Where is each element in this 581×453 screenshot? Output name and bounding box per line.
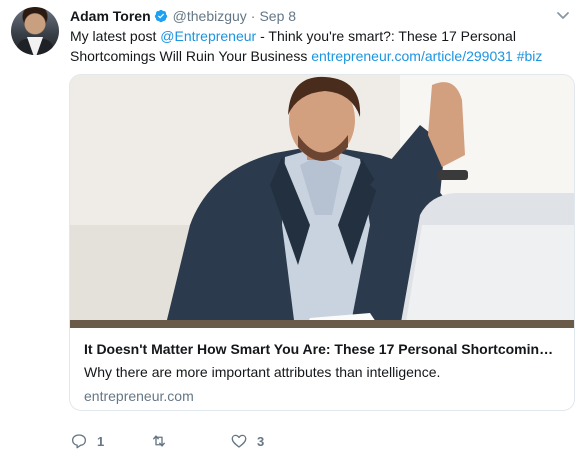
retweet-icon — [153, 435, 165, 447]
tweet-date[interactable]: Sep 8 — [259, 8, 296, 24]
like-button[interactable]: 3 — [230, 432, 310, 450]
tweet[interactable]: Adam Toren @thebizguy · Sep 8 My latest … — [0, 0, 581, 453]
author-handle[interactable]: @thebizguy — [173, 8, 247, 24]
tweet-text-start: My latest post — [70, 28, 161, 44]
reply-button[interactable]: 1 — [70, 432, 150, 450]
chevron-down-icon[interactable] — [555, 8, 571, 22]
link-card[interactable]: It Doesn't Matter How Smart You Are: The… — [69, 74, 575, 411]
card-title[interactable]: It Doesn't Matter How Smart You Are: The… — [84, 340, 560, 358]
card-domain: entrepreneur.com — [84, 388, 194, 404]
reply-icon — [71, 434, 87, 449]
verified-badge-icon — [154, 9, 167, 23]
card-description: Why there are more important attributes … — [84, 364, 441, 380]
like-count: 3 — [257, 433, 265, 449]
card-photo-illustration — [70, 75, 574, 328]
tweet-text: My latest post @Entrepreneur - Think you… — [70, 26, 570, 66]
card-body: It Doesn't Matter How Smart You Are: The… — [84, 340, 560, 405]
author-name[interactable]: Adam Toren — [70, 8, 151, 24]
hashtag-link[interactable]: #biz — [517, 48, 543, 64]
card-image[interactable] — [70, 75, 574, 328]
avatar[interactable] — [11, 7, 59, 55]
mention-link[interactable]: @Entrepreneur — [160, 28, 256, 44]
article-url-link[interactable]: entrepreneur.com/article/299031 — [311, 48, 513, 64]
reply-count: 1 — [97, 433, 105, 449]
header-separator: · — [250, 8, 256, 24]
retweet-button[interactable] — [150, 432, 230, 450]
heart-icon — [231, 434, 247, 448]
tweet-header: Adam Toren @thebizguy · Sep 8 — [70, 6, 296, 26]
tweet-actions: 1 3 — [70, 431, 310, 451]
